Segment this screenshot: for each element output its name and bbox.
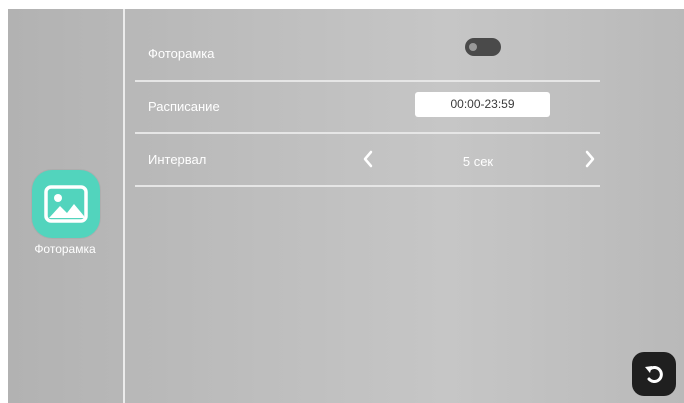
schedule-time-field[interactable]: 00:00-23:59	[415, 92, 550, 117]
photo-frame-toggle[interactable]	[465, 38, 501, 56]
toggle-knob	[469, 43, 477, 51]
back-arrow-icon	[645, 366, 663, 383]
interval-label: Интервал	[148, 152, 207, 167]
picture-icon	[44, 185, 88, 223]
chevron-left-icon[interactable]	[360, 149, 376, 169]
interval-value: 5 сек	[462, 154, 494, 169]
sidebar-divider	[123, 9, 125, 403]
photo-frame-settings-screen: Фоторамка Фоторамка Расписание 00:00-23:…	[8, 9, 684, 403]
app-label: Фоторамка	[34, 242, 96, 256]
photo-frame-app-button[interactable]	[32, 170, 100, 238]
chevron-right-icon[interactable]	[582, 149, 598, 169]
row-divider	[135, 80, 600, 82]
row-divider	[135, 132, 600, 134]
row-divider	[135, 185, 600, 187]
back-button[interactable]	[632, 352, 676, 396]
photo-frame-label: Фоторамка	[148, 46, 215, 61]
schedule-label: Расписание	[148, 99, 220, 114]
